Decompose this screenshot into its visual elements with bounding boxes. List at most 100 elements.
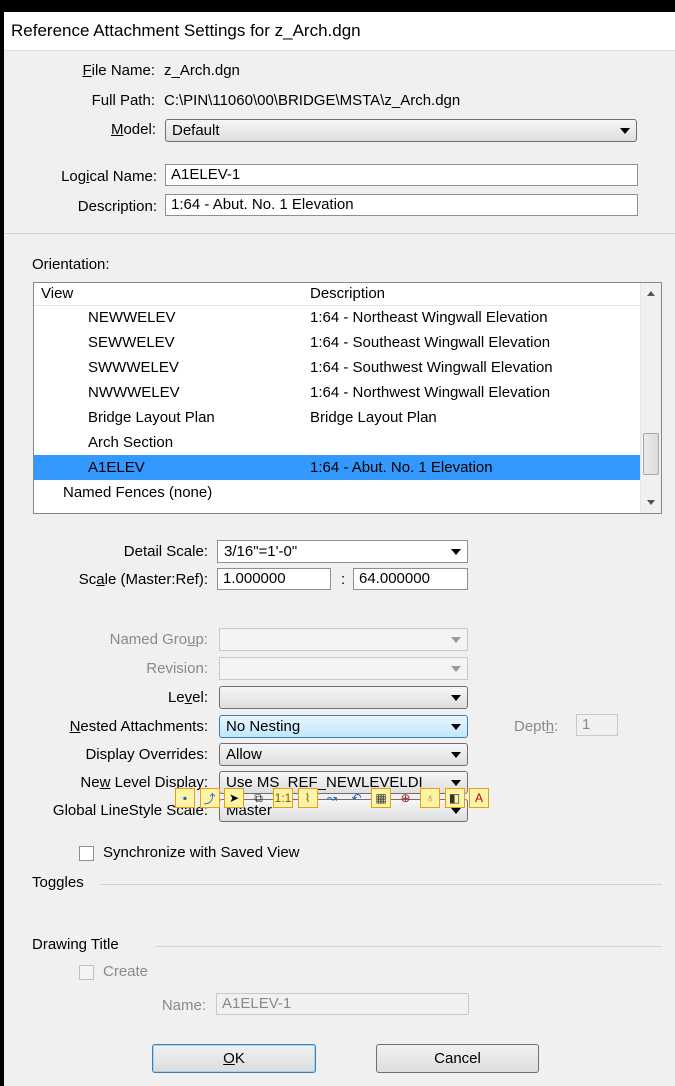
raster-icon[interactable]: ▦ — [371, 788, 391, 808]
divider — [4, 233, 675, 234]
scroll-down-icon[interactable] — [647, 500, 655, 505]
logical-name-field[interactable]: A1ELEV-1 — [165, 164, 638, 186]
locate-icon[interactable]: ➤ — [224, 788, 244, 808]
create-label: Create — [103, 963, 149, 980]
display-icon[interactable]: ▪ — [175, 788, 195, 808]
drawing-name-field[interactable]: A1ELEV-1 — [216, 993, 469, 1015]
list-item[interactable]: Named Fences (none) — [34, 480, 641, 505]
synchronize-label: Synchronize with Saved View — [103, 844, 300, 861]
model-label: Model: — [110, 121, 156, 138]
orientation-label: Orientation: — [32, 256, 110, 273]
list-item-view: SEWWELEV — [88, 334, 175, 351]
scale-colon: : — [341, 571, 346, 588]
drawing-title-divider — [155, 946, 662, 947]
list-item[interactable]: Bridge Layout Plan Bridge Layout Plan — [34, 405, 641, 430]
create-checkbox[interactable] — [79, 965, 94, 980]
depth-label: Depth: — [514, 718, 559, 735]
list-item-view: NEWWELEV — [88, 309, 176, 326]
list-item-view: Bridge Layout Plan — [88, 409, 215, 426]
georeference-icon[interactable]: ⧉ — [249, 788, 269, 808]
scale-line-styles-icon[interactable]: ⌇ — [297, 788, 318, 808]
chevron-down-icon — [451, 808, 461, 814]
detail-scale-value: 3/16"=1'-0" — [224, 543, 298, 560]
logical-name-label: Logical Name: — [61, 168, 157, 185]
title-bar: Reference Attachment Settings for z_Arch… — [4, 12, 675, 51]
chevron-down-icon — [451, 666, 461, 672]
named-group-dropdown[interactable] — [219, 628, 468, 651]
list-item-description: 1:64 - Northeast Wingwall Elevation — [310, 309, 548, 326]
detail-scale-dropdown[interactable]: 3/16"=1'-0" — [217, 540, 468, 563]
list-item-view: NWWWELEV — [88, 384, 180, 401]
full-path-value: C:\PIN\11060\00\BRIDGE\MSTA\z_Arch.dgn — [164, 92, 461, 109]
level-dropdown[interactable] — [219, 686, 468, 709]
description-label: Description: — [77, 198, 157, 215]
cancel-button[interactable]: Cancel — [376, 1044, 539, 1073]
scroll-thumb[interactable] — [643, 433, 659, 475]
display-overrides-value: Allow — [226, 746, 262, 763]
nested-attachments-dropdown[interactable]: No Nesting — [219, 715, 468, 738]
list-item-view: Named Fences (none) — [63, 484, 213, 501]
chevron-down-icon — [451, 549, 461, 555]
list-item-view: Arch Section — [88, 434, 174, 451]
ok-button[interactable]: OK — [152, 1044, 316, 1073]
named-group-label: Named Group: — [109, 631, 208, 648]
toggles-divider — [100, 884, 662, 885]
list-item-description: 1:64 - Southeast Wingwall Elevation — [310, 334, 551, 351]
treat-as-element-icon[interactable]: ↶ — [347, 788, 367, 808]
chevron-down-icon — [451, 724, 461, 730]
display-overrides-label: Display Overrides: — [85, 746, 208, 763]
column-header-description[interactable]: Description — [310, 285, 385, 302]
lights-icon[interactable]: ♁ — [420, 788, 440, 808]
chevron-down-icon — [620, 128, 630, 134]
depth-field[interactable]: 1 — [576, 714, 618, 736]
file-name-value: z_Arch.dgn — [164, 62, 240, 79]
vertical-scrollbar[interactable] — [640, 283, 661, 513]
annotation-icon[interactable]: ⊕ — [396, 788, 416, 808]
clip-icon[interactable]: ◧ — [444, 788, 465, 808]
orientation-list[interactable]: View Description NEWWELEV 1:64 - Northeas… — [33, 282, 662, 514]
nested-attachments-label: Nested Attachments: — [69, 718, 208, 735]
list-item[interactable]: A1ELEV 1:64 - Abut. No. 1 Elevation — [34, 455, 641, 480]
ignore-attachment-icon[interactable]: ↝ — [322, 788, 342, 808]
master-ref-scale-label: Scale (Master:Ref): — [78, 571, 208, 588]
list-item-description: 1:64 - Northwest Wingwall Elevation — [310, 384, 551, 401]
list-item-description: 1:64 - Abut. No. 1 Elevation — [310, 459, 493, 476]
scroll-up-icon[interactable] — [647, 291, 655, 296]
list-item[interactable]: SEWWELEV 1:64 - Southeast Wingwall Elevat… — [34, 330, 641, 355]
toggles-label: Toggles — [32, 874, 84, 891]
list-item-description: 1:64 - Southwest Wingwall Elevation — [310, 359, 553, 376]
list-item[interactable]: SWWWELEV 1:64 - Southwest Wingwall Elevat… — [34, 355, 641, 380]
description-field[interactable]: 1:64 - Abut. No. 1 Elevation — [165, 194, 638, 216]
list-item-view: A1ELEV — [88, 459, 145, 476]
revision-dropdown[interactable] — [219, 657, 468, 680]
list-item-description: Bridge Layout Plan — [310, 409, 437, 426]
full-path-label: Full Path: — [91, 92, 155, 109]
level-display-icon[interactable]: A — [469, 788, 489, 808]
column-header-view[interactable]: View — [41, 285, 73, 302]
drawing-name-label: Name: — [161, 997, 206, 1014]
chevron-down-icon — [451, 752, 461, 758]
list-item[interactable]: NWWWELEV 1:64 - Northwest Wingwall Elevat… — [34, 380, 641, 405]
display-overrides-dropdown[interactable]: Allow — [219, 743, 468, 766]
true-scale-icon[interactable]: 1:1 — [273, 788, 293, 808]
nested-attachments-value: No Nesting — [226, 718, 301, 735]
chevron-down-icon — [451, 780, 461, 786]
list-item-view: SWWWELEV — [88, 359, 179, 376]
master-scale-field[interactable]: 1.000000 — [217, 568, 331, 590]
model-dropdown[interactable]: Default — [165, 119, 637, 142]
drawing-title-label: Drawing Title — [32, 936, 119, 953]
file-name-label: File Name: — [82, 62, 155, 79]
list-item[interactable]: Arch Section — [34, 430, 641, 455]
snap-icon[interactable]: ⤴ — [199, 788, 220, 808]
synchronize-checkbox[interactable] — [79, 846, 94, 861]
list-item[interactable]: NEWWELEV 1:64 - Northeast Wingwall Elevat… — [34, 305, 641, 330]
detail-scale-label: Detail Scale: — [123, 543, 208, 560]
level-label: Level: — [167, 689, 208, 706]
chevron-down-icon — [451, 695, 461, 701]
ref-scale-field[interactable]: 64.000000 — [353, 568, 468, 590]
window-title: Reference Attachment Settings for z_Arch… — [11, 21, 361, 40]
revision-label: Revision: — [146, 660, 208, 677]
chevron-down-icon — [451, 637, 461, 643]
model-value: Default — [172, 122, 220, 139]
list-header: View Description — [34, 283, 641, 306]
